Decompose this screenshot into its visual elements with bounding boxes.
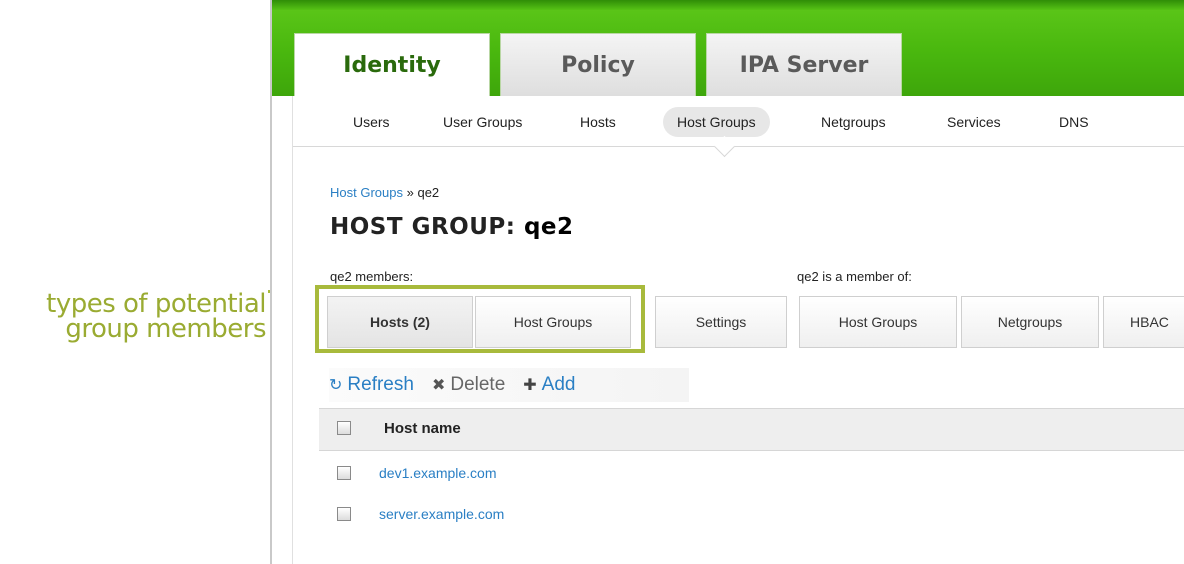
delete-label: Delete <box>450 374 506 395</box>
breadcrumb-current: qe2 <box>417 185 440 200</box>
subnav-services[interactable]: Services <box>933 107 1015 137</box>
breadcrumb: Host Groups » qe2 <box>330 185 439 200</box>
table-header: Host name <box>319 408 1184 451</box>
app-window: Identity Policy IPA Server Users User Gr… <box>270 0 1184 564</box>
host-link[interactable]: server.example.com <box>379 506 504 522</box>
subnav-users[interactable]: Users <box>339 107 404 137</box>
x-icon: ✖ <box>431 377 446 394</box>
tab-identity[interactable]: Identity <box>294 33 490 96</box>
tab-ipa-server[interactable]: IPA Server <box>706 33 902 96</box>
row-checkbox[interactable] <box>337 507 351 521</box>
page-title-name: qe2 <box>523 214 574 240</box>
subnav-hosts[interactable]: Hosts <box>566 107 630 137</box>
breadcrumb-link-host-groups[interactable]: Host Groups <box>330 185 403 200</box>
row-checkbox[interactable] <box>337 466 351 480</box>
select-all-checkbox[interactable] <box>337 421 351 435</box>
page-title-prefix: HOST GROUP: <box>330 214 516 240</box>
table-row: server.example.com <box>319 498 1184 532</box>
plus-icon: ✚ <box>523 377 537 394</box>
subnav-user-groups[interactable]: User Groups <box>429 107 536 137</box>
facet-tab-netgroups[interactable]: Netgroups <box>961 296 1099 348</box>
annotation-line-2: group members <box>65 314 266 344</box>
tab-policy[interactable]: Policy <box>500 33 696 96</box>
annotation-highlight-box <box>315 285 645 353</box>
host-link[interactable]: dev1.example.com <box>379 465 497 481</box>
breadcrumb-separator: » <box>406 185 414 200</box>
column-header-host-name: Host name <box>384 420 461 437</box>
refresh-button[interactable]: ↻ Refresh <box>329 374 414 396</box>
page-title: HOST GROUP: qe2 <box>330 214 574 240</box>
action-bar: ↻ Refresh ✖ Delete ✚ Add <box>329 368 689 402</box>
add-button[interactable]: ✚ Add <box>523 374 575 396</box>
app-header: Identity Policy IPA Server <box>272 0 1184 96</box>
subnav-host-groups[interactable]: Host Groups <box>663 107 770 137</box>
members-label: qe2 members: <box>330 269 414 284</box>
sub-navigation: Users User Groups Hosts Host Groups Netg… <box>293 96 1184 147</box>
header-strip <box>272 0 1184 10</box>
facet-tab-hbac[interactable]: HBAC <box>1103 296 1184 348</box>
member-of-label: qe2 is a member of: <box>797 269 912 284</box>
subnav-dns[interactable]: DNS <box>1045 107 1103 137</box>
subnav-netgroups[interactable]: Netgroups <box>807 107 900 137</box>
table-row: dev1.example.com <box>319 457 1184 491</box>
refresh-icon: ↻ <box>329 377 343 394</box>
delete-button[interactable]: ✖ Delete <box>432 374 505 396</box>
annotation-label: types of potential group members <box>46 291 266 344</box>
facet-tab-host-groups-member-of[interactable]: Host Groups <box>799 296 957 348</box>
add-label: Add <box>541 374 576 395</box>
facet-tab-settings[interactable]: Settings <box>655 296 787 348</box>
refresh-label: Refresh <box>347 374 414 395</box>
